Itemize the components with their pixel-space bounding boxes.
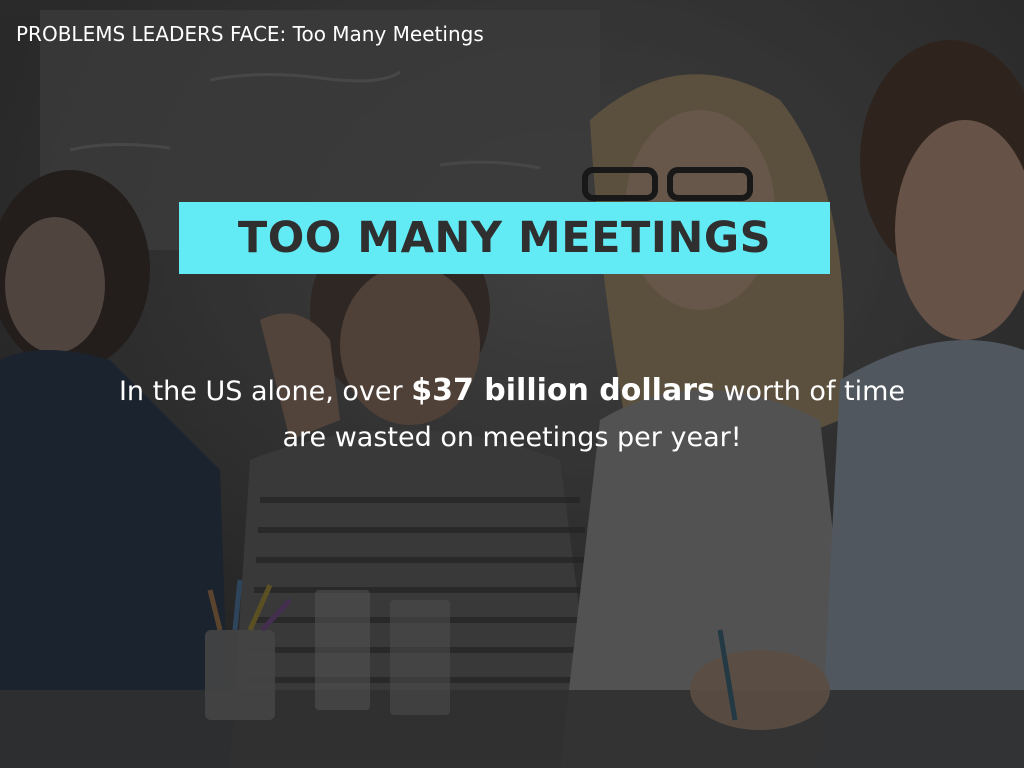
statement-emphasis: $37 billion dollars — [411, 373, 715, 408]
statement-line-1-end: worth of time — [714, 376, 906, 407]
slide: PROBLEMS LEADERS FACE: Too Many Meetings… — [0, 0, 1024, 768]
slide-title: TOO MANY MEETINGS — [237, 213, 772, 263]
slide-header: PROBLEMS LEADERS FACE: Too Many Meetings — [16, 22, 484, 46]
statement-line-1: In the US alone, over $37 billion dollar… — [40, 368, 984, 415]
statement-text: In the US alone, over $37 billion dollar… — [40, 368, 984, 461]
statement-line-1-start: In the US alone, over — [118, 376, 412, 407]
statement-line-2: are wasted on meetings per year! — [282, 422, 742, 453]
title-banner: TOO MANY MEETINGS — [179, 202, 830, 274]
